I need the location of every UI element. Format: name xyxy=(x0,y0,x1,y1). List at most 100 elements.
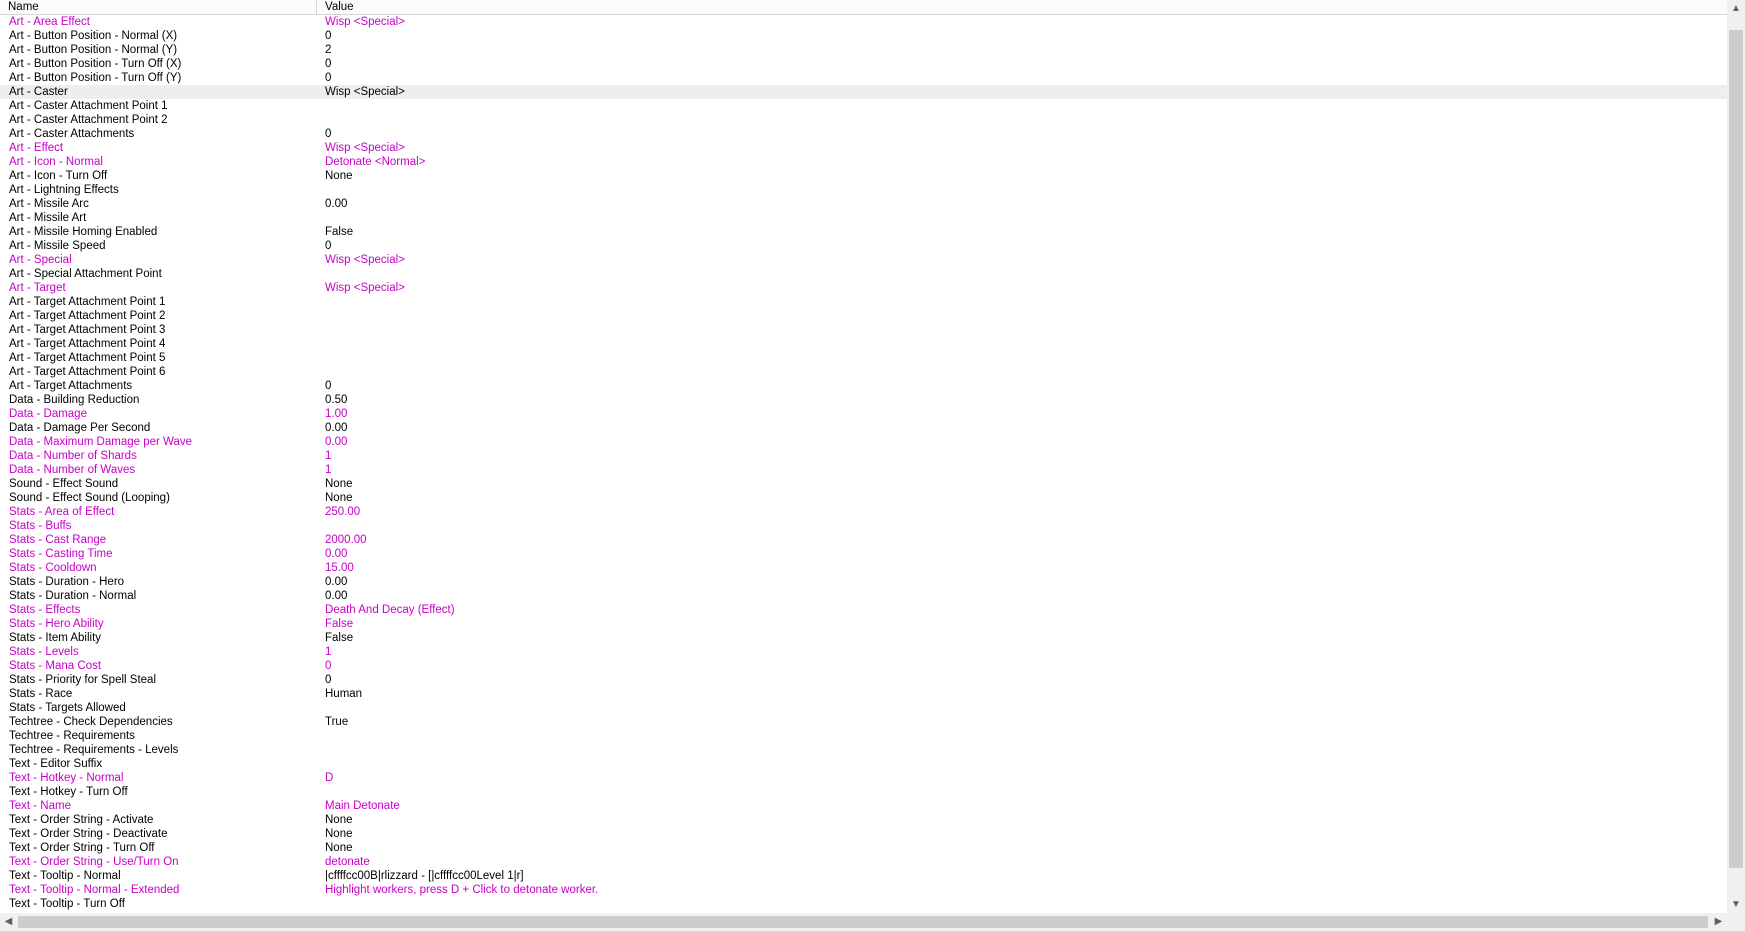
field-name: Art - Target Attachment Point 4 xyxy=(9,338,166,350)
field-name: Text - Editor Suffix xyxy=(9,758,103,770)
table-row[interactable]: Stats - Cast Range 2000.00 xyxy=(0,533,1727,547)
table-row[interactable]: Art - Caster Wisp <Special> xyxy=(0,85,1727,99)
table-row[interactable]: Text - Order String - Activate None xyxy=(0,813,1727,827)
table-row[interactable]: Art - Target Attachment Point 5 xyxy=(0,351,1727,365)
table-row[interactable]: Art - Effect Wisp <Special> xyxy=(0,141,1727,155)
table-row[interactable]: Text - Tooltip - Normal |cffffcc00B|rlizz… xyxy=(0,869,1727,883)
table-row[interactable]: Art - Special Attachment Point xyxy=(0,267,1727,281)
table-row[interactable]: Art - Target Wisp <Special> xyxy=(0,281,1727,295)
table-row[interactable]: Art - Button Position - Normal (X) 0 xyxy=(0,29,1727,43)
object-field-list: Art - Area Effect Wisp <Special> Art - But… xyxy=(0,15,1727,913)
vertical-scrollbar[interactable]: ▲ ▼ xyxy=(1727,0,1745,913)
field-name: Text - Tooltip - Normal xyxy=(9,870,121,882)
table-row[interactable]: Art - Caster Attachments 0 xyxy=(0,127,1727,141)
field-value: Wisp <Special> xyxy=(325,86,405,98)
column-header: Name Value xyxy=(0,0,1727,15)
scroll-down-icon[interactable]: ▼ xyxy=(1727,896,1745,913)
table-row[interactable]: Text - Order String - Use/Turn On detonat… xyxy=(0,855,1727,869)
field-name: Art - Effect xyxy=(9,142,64,154)
table-row[interactable]: Sound - Effect Sound None xyxy=(0,477,1727,491)
table-row[interactable]: Art - Icon - Turn Off None xyxy=(0,169,1727,183)
column-header-value[interactable]: Value xyxy=(317,0,1727,15)
horizontal-scroll-thumb[interactable] xyxy=(18,916,1708,928)
table-row[interactable]: Art - Icon - Normal Detonate <Normal> xyxy=(0,155,1727,169)
table-row[interactable]: Art - Area Effect Wisp <Special> xyxy=(0,15,1727,29)
field-value: Wisp <Special> xyxy=(325,282,405,294)
table-row[interactable]: Stats - Cooldown 15.00 xyxy=(0,561,1727,575)
table-row[interactable]: Techtree - Requirements xyxy=(0,729,1727,743)
vertical-scroll-thumb[interactable] xyxy=(1729,30,1743,868)
scroll-up-icon[interactable]: ▲ xyxy=(1727,0,1745,17)
table-row[interactable]: Art - Special Wisp <Special> xyxy=(0,253,1727,267)
table-row[interactable]: Art - Target Attachment Point 1 xyxy=(0,295,1727,309)
table-row[interactable]: Text - Order String - Turn Off None xyxy=(0,841,1727,855)
field-value: 1.00 xyxy=(325,408,348,420)
table-row[interactable]: Art - Missile Speed 0 xyxy=(0,239,1727,253)
table-row[interactable]: Text - Hotkey - Normal D xyxy=(0,771,1727,785)
field-value: False xyxy=(325,632,354,644)
table-row[interactable]: Data - Damage 1.00 xyxy=(0,407,1727,421)
horizontal-scrollbar[interactable]: ◀ ▶ xyxy=(0,913,1727,931)
field-name: Stats - Cooldown xyxy=(9,562,97,574)
table-row[interactable]: Art - Button Position - Turn Off (Y) 0 xyxy=(0,71,1727,85)
table-row[interactable]: Data - Damage Per Second 0.00 xyxy=(0,421,1727,435)
table-row[interactable]: Data - Number of Waves 1 xyxy=(0,463,1727,477)
table-row[interactable]: Text - Name Main Detonate xyxy=(0,799,1727,813)
field-value: 1 xyxy=(325,450,332,462)
table-row[interactable]: Text - Order String - Deactivate None xyxy=(0,827,1727,841)
table-row[interactable]: Text - Tooltip - Normal - Extended Highli… xyxy=(0,883,1727,897)
field-name: Sound - Effect Sound xyxy=(9,478,119,490)
field-name: Art - Button Position - Normal (Y) xyxy=(9,44,178,56)
table-row[interactable]: Art - Target Attachment Point 3 xyxy=(0,323,1727,337)
table-row[interactable]: Art - Button Position - Turn Off (X) 0 xyxy=(0,57,1727,71)
table-row[interactable]: Text - Tooltip - Turn Off xyxy=(0,897,1727,911)
scroll-left-icon[interactable]: ◀ xyxy=(0,913,17,931)
table-row[interactable]: Data - Number of Shards 1 xyxy=(0,449,1727,463)
table-row[interactable]: Stats - Targets Allowed xyxy=(0,701,1727,715)
table-row[interactable]: Stats - Area of Effect 250.00 xyxy=(0,505,1727,519)
table-row[interactable]: Art - Target Attachment Point 4 xyxy=(0,337,1727,351)
table-row[interactable]: Art - Caster Attachment Point 1 xyxy=(0,99,1727,113)
table-row[interactable]: Art - Button Position - Normal (Y) 2 xyxy=(0,43,1727,57)
table-row[interactable]: Stats - Mana Cost 0 xyxy=(0,659,1727,673)
table-row[interactable]: Art - Missile Arc 0.00 xyxy=(0,197,1727,211)
field-name: Art - Icon - Turn Off xyxy=(9,170,108,182)
field-name: Art - Target Attachment Point 3 xyxy=(9,324,166,336)
table-row[interactable]: Stats - Item Ability False xyxy=(0,631,1727,645)
table-row[interactable]: Stats - Duration - Normal 0.00 xyxy=(0,589,1727,603)
table-row[interactable]: Data - Maximum Damage per Wave 0.00 xyxy=(0,435,1727,449)
field-name: Text - Tooltip - Normal - Extended xyxy=(9,884,180,896)
field-name: Art - Special xyxy=(9,254,72,266)
table-row[interactable]: Stats - Levels 1 xyxy=(0,645,1727,659)
table-row[interactable]: Stats - Buffs xyxy=(0,519,1727,533)
table-row[interactable]: Art - Target Attachment Point 6 xyxy=(0,365,1727,379)
table-row[interactable]: Stats - Priority for Spell Steal 0 xyxy=(0,673,1727,687)
field-name: Stats - Hero Ability xyxy=(9,618,104,630)
table-row[interactable]: Techtree - Check Dependencies True xyxy=(0,715,1727,729)
table-row[interactable]: Art - Target Attachment Point 2 xyxy=(0,309,1727,323)
table-row[interactable]: Text - Hotkey - Turn Off xyxy=(0,785,1727,799)
table-row[interactable]: Art - Target Attachments 0 xyxy=(0,379,1727,393)
table-row[interactable]: Stats - Hero Ability False xyxy=(0,617,1727,631)
scroll-right-icon[interactable]: ▶ xyxy=(1710,913,1727,931)
table-row[interactable]: Data - Building Reduction 0.50 xyxy=(0,393,1727,407)
table-row[interactable]: Art - Caster Attachment Point 2 xyxy=(0,113,1727,127)
column-header-name[interactable]: Name xyxy=(0,0,317,15)
table-row[interactable]: Stats - Race Human xyxy=(0,687,1727,701)
table-row[interactable]: Art - Lightning Effects xyxy=(0,183,1727,197)
field-value: True xyxy=(325,716,349,728)
table-row[interactable]: Art - Missile Homing Enabled False xyxy=(0,225,1727,239)
table-row[interactable]: Techtree - Requirements - Levels xyxy=(0,743,1727,757)
table-row[interactable]: Art - Missile Art xyxy=(0,211,1727,225)
field-value: None xyxy=(325,814,353,826)
field-name: Data - Maximum Damage per Wave xyxy=(9,436,192,448)
field-name: Art - Caster Attachments xyxy=(9,128,135,140)
table-row[interactable]: Text - Editor Suffix xyxy=(0,757,1727,771)
table-row[interactable]: Stats - Duration - Hero 0.00 xyxy=(0,575,1727,589)
field-name: Art - Missile Art xyxy=(9,212,87,224)
field-name: Techtree - Requirements xyxy=(9,730,135,742)
field-name: Stats - Targets Allowed xyxy=(9,702,126,714)
table-row[interactable]: Stats - Effects Death And Decay (Effect) xyxy=(0,603,1727,617)
table-row[interactable]: Sound - Effect Sound (Looping) None xyxy=(0,491,1727,505)
table-row[interactable]: Stats - Casting Time 0.00 xyxy=(0,547,1727,561)
